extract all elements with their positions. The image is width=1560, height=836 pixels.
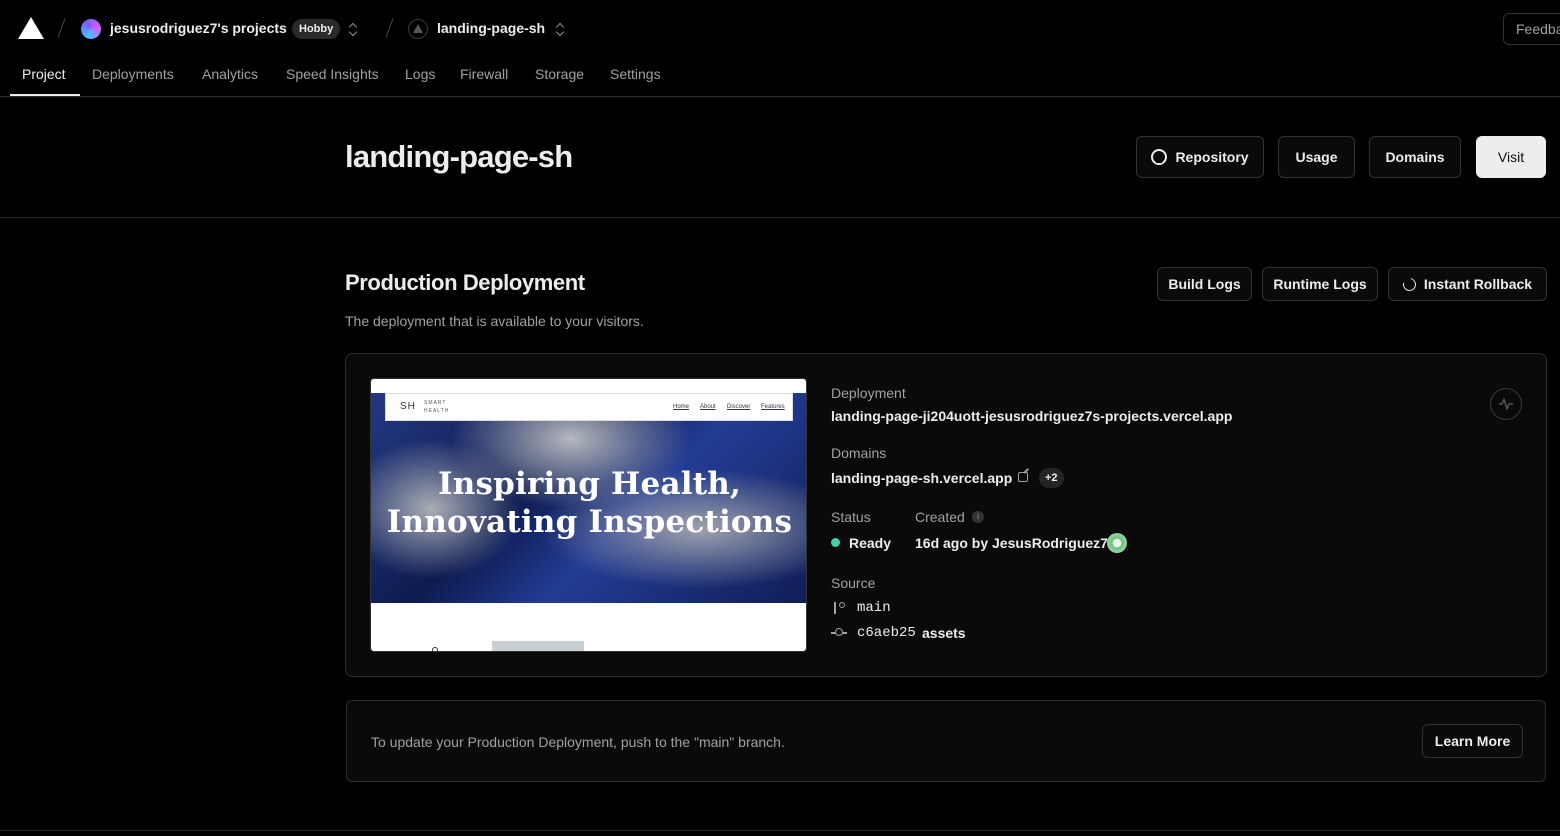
breadcrumb-separator — [57, 18, 66, 38]
commit-hash[interactable]: c6aeb25 — [857, 625, 916, 641]
section-subtitle: The deployment that is available to your… — [345, 313, 644, 329]
branch-name[interactable]: main — [857, 600, 891, 616]
repository-label: Repository — [1175, 149, 1249, 165]
domain-link[interactable]: landing-page-sh.vercel.app — [831, 470, 1012, 486]
banner-text: To update your Production Deployment, pu… — [371, 734, 785, 750]
preview-logo-sub-1: SMART — [424, 400, 447, 406]
preview-image — [492, 641, 584, 651]
preview-heading: Inspiring Health, Innovating Inspections — [371, 465, 806, 541]
tab-speed-insights[interactable]: Speed Insights — [286, 66, 379, 82]
tab-firewall[interactable]: Firewall — [460, 66, 508, 82]
preview-nav-link: Discover — [727, 404, 751, 410]
vercel-logo-icon[interactable] — [18, 17, 44, 39]
project-tabs: Project Deployments Analytics Speed Insi… — [0, 58, 1560, 97]
git-branch-icon — [832, 601, 846, 615]
team-name[interactable]: jesusrodriguez7's projects — [110, 20, 287, 36]
more-domains-badge[interactable]: +2 — [1039, 468, 1064, 488]
deployment-label: Deployment — [831, 385, 906, 401]
tab-storage[interactable]: Storage — [535, 66, 584, 82]
github-icon — [1151, 149, 1168, 165]
project-icon — [408, 19, 428, 39]
preview-nav-link: Home — [673, 404, 690, 410]
info-icon[interactable]: i — [972, 511, 984, 523]
repository-button[interactable]: Repository — [1136, 136, 1264, 178]
deployment-preview[interactable]: SH SMART HEALTH Home About Discover Feat… — [370, 378, 807, 652]
commit-message: assets — [922, 625, 966, 641]
domains-button[interactable]: Domains — [1369, 136, 1461, 178]
top-bar: jesusrodriguez7's projects Hobby landing… — [0, 0, 1560, 58]
tab-settings[interactable]: Settings — [610, 66, 661, 82]
status-value: Ready — [849, 535, 892, 551]
team-avatar[interactable] — [81, 19, 101, 39]
instant-rollback-label: Instant Rollback — [1423, 276, 1533, 292]
activity-icon — [1499, 398, 1513, 410]
build-logs-button[interactable]: Build Logs — [1157, 267, 1252, 301]
status-label: Status — [831, 509, 871, 525]
preview-logo-sub: SMART HEALTH — [424, 399, 449, 415]
source-label: Source — [831, 575, 876, 591]
preview-top-strip — [371, 379, 806, 393]
section-title: Production Deployment — [345, 270, 585, 295]
deployment-url-link[interactable]: landing-page-ji204uott-jesusrodriguez7s-… — [831, 408, 1232, 424]
tab-logs[interactable]: Logs — [405, 66, 435, 82]
preview-navbar: SH SMART HEALTH Home About Discover Feat… — [385, 393, 793, 421]
usage-button[interactable]: Usage — [1278, 136, 1355, 178]
created-label: Created — [915, 509, 965, 525]
preview-logo-sub-2: HEALTH — [424, 408, 450, 414]
rollback-icon — [1400, 275, 1419, 293]
tab-deployments[interactable]: Deployments — [92, 66, 174, 82]
instant-rollback-button[interactable]: Instant Rollback — [1388, 267, 1547, 301]
active-tab-indicator — [10, 94, 80, 96]
preview-decoration — [432, 647, 438, 651]
team-switcher-chevron-icon[interactable] — [349, 20, 359, 38]
learn-more-button[interactable]: Learn More — [1422, 724, 1523, 758]
info-banner: To update your Production Deployment, pu… — [346, 700, 1546, 782]
preview-nav-link: About — [700, 404, 716, 410]
preview-nav-link: Features — [761, 404, 785, 410]
git-commit-icon — [831, 627, 847, 639]
avatar[interactable] — [1107, 533, 1127, 553]
feedback-button[interactable]: Feedback — [1503, 13, 1560, 45]
created-value: 16d ago by JesusRodriguez7 — [915, 535, 1108, 551]
project-name[interactable]: landing-page-sh — [437, 20, 545, 36]
domains-label: Domains — [831, 445, 887, 461]
project-header: landing-page-sh Repository Usage Domains… — [0, 97, 1560, 218]
divider — [0, 830, 1560, 831]
project-switcher-chevron-icon[interactable] — [556, 20, 566, 38]
external-link-icon[interactable] — [1018, 472, 1028, 482]
visit-button[interactable]: Visit — [1476, 136, 1546, 178]
preview-heading-line-2: Innovating Inspections — [386, 504, 793, 540]
activity-button[interactable] — [1490, 388, 1522, 420]
breadcrumb-separator — [385, 18, 394, 38]
page-title: landing-page-sh — [345, 139, 573, 174]
tab-project[interactable]: Project — [22, 66, 66, 82]
preview-heading-line-1: Inspiring Health, — [438, 466, 741, 502]
runtime-logs-button[interactable]: Runtime Logs — [1262, 267, 1378, 301]
plan-badge: Hobby — [292, 19, 341, 39]
preview-logo: SH — [400, 401, 416, 412]
status-ready-icon — [831, 538, 840, 547]
tab-analytics[interactable]: Analytics — [202, 66, 258, 82]
